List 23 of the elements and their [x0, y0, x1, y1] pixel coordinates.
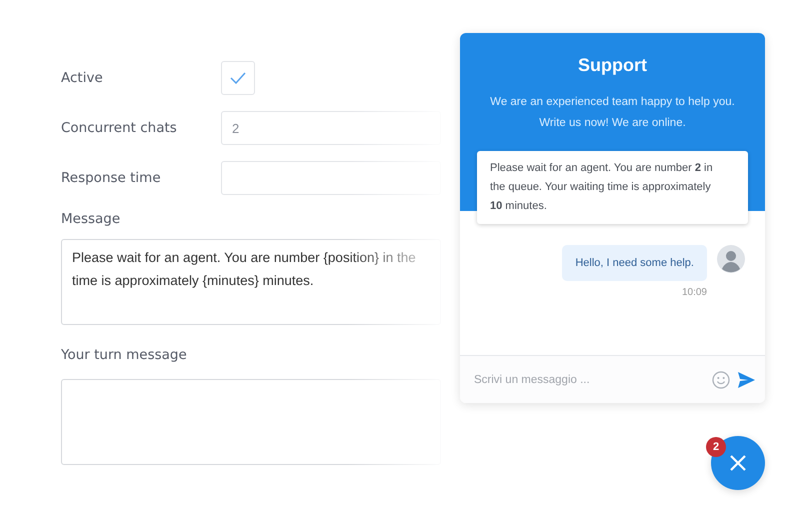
chat-title: Support — [578, 55, 647, 76]
message-bubble: Hello, I need some help. — [562, 245, 707, 281]
avatar — [717, 245, 745, 273]
field-label: Response time — [61, 170, 162, 186]
chat-subtitle: We are an experienced team happy to help you. — [490, 95, 735, 110]
emoji-icon[interactable] — [712, 370, 730, 388]
check-icon — [230, 72, 246, 84]
active-checkbox[interactable] — [221, 61, 255, 95]
chat-subtitle: Write us now! We are online. — [539, 116, 686, 131]
close-button[interactable] — [711, 436, 765, 490]
field-label: Your turn message — [61, 347, 188, 363]
textarea-field[interactable]: Please wait for an agent. You are number {position} in the time is approximately {minutes} minutes. — [61, 239, 441, 325]
message-input[interactable]: Scrivi un messaggio ... — [472, 372, 704, 386]
message-time: 10:09 — [682, 287, 707, 298]
textarea-field[interactable] — [61, 379, 441, 465]
field-label: Active — [61, 70, 104, 86]
field-label: Message — [61, 211, 122, 227]
field-label: Concurrent chats — [61, 120, 178, 136]
send-icon[interactable] — [738, 372, 755, 388]
unread-count: 2 — [706, 437, 726, 457]
queue-notice: Please wait for an agent. You are number 2 in the queue. Your waiting time is approximately 10 minutes. — [477, 151, 748, 224]
input-field[interactable] — [221, 161, 441, 195]
close-icon — [729, 454, 747, 472]
